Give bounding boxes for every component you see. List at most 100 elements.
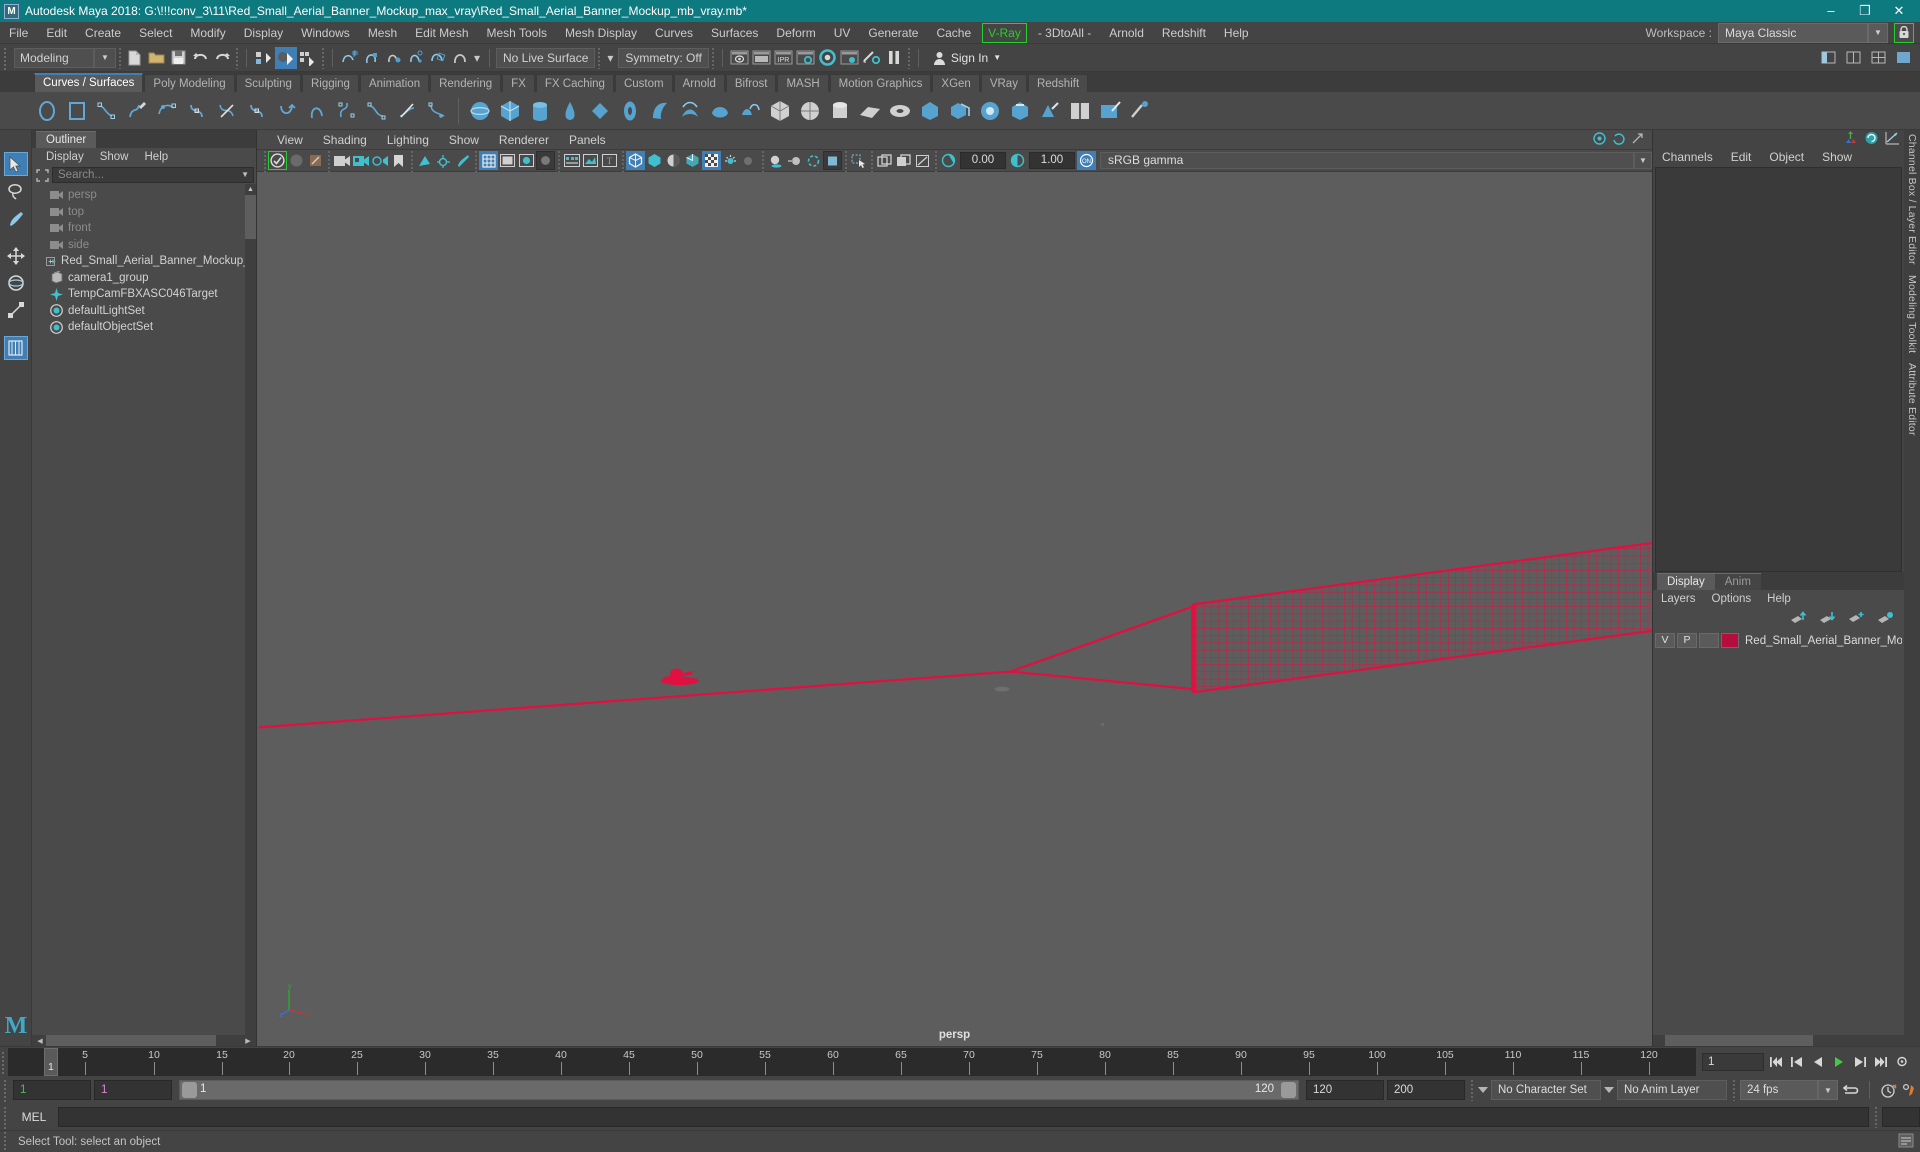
nurbs-plane-icon[interactable] — [585, 96, 615, 126]
target-weld-icon[interactable] — [1125, 96, 1155, 126]
menu-file[interactable]: File — [0, 22, 37, 44]
outliner-horizontal-scrollbar[interactable]: ◀ ▶ — [32, 1035, 256, 1046]
hypershade-icon[interactable] — [817, 47, 839, 69]
paint-effects-icon[interactable] — [453, 151, 472, 170]
shelf-tab-vray[interactable]: VRay — [980, 74, 1027, 92]
vtab-modeling-toolkit[interactable]: Modeling Toolkit — [1906, 275, 1918, 353]
redo-render-icon[interactable] — [751, 47, 773, 69]
xray-active-components-icon[interactable] — [664, 151, 683, 170]
wireframe-shading-icon[interactable] — [479, 151, 498, 170]
render-setup-icon[interactable] — [861, 47, 883, 69]
paint-select-tool-button[interactable] — [4, 206, 28, 230]
animation-end-time-field[interactable]: 200 — [1387, 1080, 1465, 1100]
polygon-torus-icon[interactable] — [885, 96, 915, 126]
shelf-tab-sculpting[interactable]: Sculpting — [235, 74, 301, 92]
layer-name[interactable]: Red_Small_Aerial_Banner_Moc — [1741, 635, 1902, 647]
viewport-refresh-icon[interactable] — [1612, 132, 1625, 148]
time-slider[interactable]: 1 5 10 15 20 25 30 35 40 45 50 55 60 65 … — [8, 1047, 1696, 1076]
undo-icon[interactable] — [189, 47, 211, 69]
smooth-shade-all-icon[interactable] — [498, 151, 517, 170]
outliner-tab[interactable]: Outliner — [36, 131, 97, 148]
multi-cut-icon[interactable] — [1095, 96, 1125, 126]
shelf-tab-custom[interactable]: Custom — [614, 74, 673, 92]
layer-horizontal-scrollbar[interactable] — [1653, 1035, 1904, 1046]
shadows-icon[interactable] — [740, 151, 759, 170]
current-time-indicator[interactable]: 1 — [44, 1047, 58, 1076]
snap-dropdown-icon[interactable]: ▾ — [471, 47, 483, 69]
rebuild-curve-icon[interactable] — [332, 96, 362, 126]
workspace-dropdown-icon[interactable]: ▼ — [1868, 22, 1888, 43]
range-slider[interactable]: 1 120 — [179, 1080, 1299, 1100]
menu-windows[interactable]: Windows — [292, 22, 359, 44]
snap-to-projected-center-icon[interactable] — [405, 47, 427, 69]
menu-mesh-tools[interactable]: Mesh Tools — [478, 22, 556, 44]
shelf-tab-curves-surfaces[interactable]: Curves / Surfaces — [34, 73, 144, 92]
menu-select[interactable]: Select — [130, 22, 181, 44]
workspace-layout-icon-3[interactable] — [1867, 47, 1889, 69]
layer-menu-options[interactable]: Options — [1704, 593, 1760, 605]
open-scene-icon[interactable] — [145, 47, 167, 69]
menu-mesh-display[interactable]: Mesh Display — [556, 22, 646, 44]
texture-display-icon[interactable] — [562, 151, 581, 170]
shelf-tab-fx[interactable]: FX — [502, 74, 535, 92]
go-to-start-icon[interactable] — [1766, 1052, 1785, 1071]
snap-to-point-icon[interactable] — [383, 47, 405, 69]
menu-help[interactable]: Help — [1215, 22, 1258, 44]
channel-box-cycle-icon[interactable] — [1864, 131, 1879, 148]
vtab-attribute-editor[interactable]: Attribute Editor — [1906, 363, 1918, 436]
insert-edge-loop-icon[interactable] — [1065, 96, 1095, 126]
timeline-grip[interactable] — [0, 1049, 8, 1074]
bevel-icon[interactable] — [1005, 96, 1035, 126]
ep-curve-tool-icon[interactable] — [92, 96, 122, 126]
outliner-menu-show[interactable]: Show — [92, 148, 137, 166]
isolate-select-icon[interactable] — [849, 151, 868, 170]
color-management-field[interactable]: sRGB gamma — [1100, 152, 1634, 169]
exposure-reset-icon[interactable] — [913, 151, 932, 170]
channel-menu-object[interactable]: Object — [1760, 150, 1813, 164]
viewport-menu-show[interactable]: Show — [439, 133, 489, 147]
screen-space-ao-icon[interactable] — [766, 151, 785, 170]
shelf-tab-rendering[interactable]: Rendering — [430, 74, 502, 92]
menu-vray[interactable]: V-Ray — [982, 22, 1027, 43]
motion-blur-icon[interactable] — [785, 151, 804, 170]
channel-menu-channels[interactable]: Channels — [1653, 150, 1722, 164]
snap-to-grid-icon[interactable] — [339, 47, 361, 69]
new-scene-icon[interactable] — [123, 47, 145, 69]
light-display-icon[interactable] — [721, 151, 740, 170]
xray-joints-icon[interactable] — [645, 151, 664, 170]
shelf-tab-motion-graphics[interactable]: Motion Graphics — [829, 74, 932, 92]
command-input[interactable] — [58, 1107, 1869, 1127]
outliner-item-defaultobjectset[interactable]: defaultObjectSet — [32, 319, 256, 336]
layer-menu-help[interactable]: Help — [1759, 593, 1799, 605]
toolbar-grip[interactable] — [2, 45, 10, 70]
pause-icon[interactable] — [883, 47, 905, 69]
color-management-dropdown-icon[interactable]: ▼ — [1634, 152, 1652, 169]
viewport-menu-shading[interactable]: Shading — [313, 133, 377, 147]
maximize-button[interactable]: ❐ — [1848, 0, 1882, 22]
extrude-poly-icon[interactable] — [1035, 96, 1065, 126]
range-slider-left-handle[interactable] — [182, 1082, 197, 1098]
range-start-time-field[interactable]: 1 — [94, 1080, 172, 1100]
rotate-tool-button[interactable] — [4, 271, 28, 295]
current-frame-field[interactable]: 1 — [1702, 1052, 1764, 1071]
live-surface-field[interactable]: No Live Surface — [496, 47, 596, 68]
select-by-object-type-icon[interactable] — [275, 46, 297, 69]
curve-editing-tool-icon[interactable] — [212, 96, 242, 126]
grid-display-icon[interactable] — [415, 151, 434, 170]
viewport-menu-panels[interactable]: Panels — [559, 133, 616, 147]
step-forward-keyframe-icon[interactable] — [1850, 1052, 1869, 1071]
show-text-icon[interactable]: T — [600, 151, 619, 170]
menu-redshift[interactable]: Redshift — [1153, 22, 1215, 44]
smooth-shade-selected-icon[interactable] — [517, 151, 536, 170]
character-set-field[interactable]: No Character Set — [1491, 1080, 1601, 1100]
viewport-maximize-icon[interactable] — [1631, 132, 1644, 148]
menu-cache[interactable]: Cache — [927, 22, 980, 44]
grease-pencil-icon[interactable] — [370, 151, 389, 170]
snap-magnet-icon[interactable] — [449, 47, 471, 69]
menu-generate[interactable]: Generate — [859, 22, 927, 44]
render-settings-icon[interactable] — [795, 47, 817, 69]
layer-visibility-toggle[interactable]: V — [1655, 633, 1675, 648]
redo-icon[interactable] — [211, 47, 233, 69]
scroll-right-icon[interactable]: ▶ — [242, 1035, 254, 1046]
lock-camera-icon[interactable] — [287, 151, 306, 170]
